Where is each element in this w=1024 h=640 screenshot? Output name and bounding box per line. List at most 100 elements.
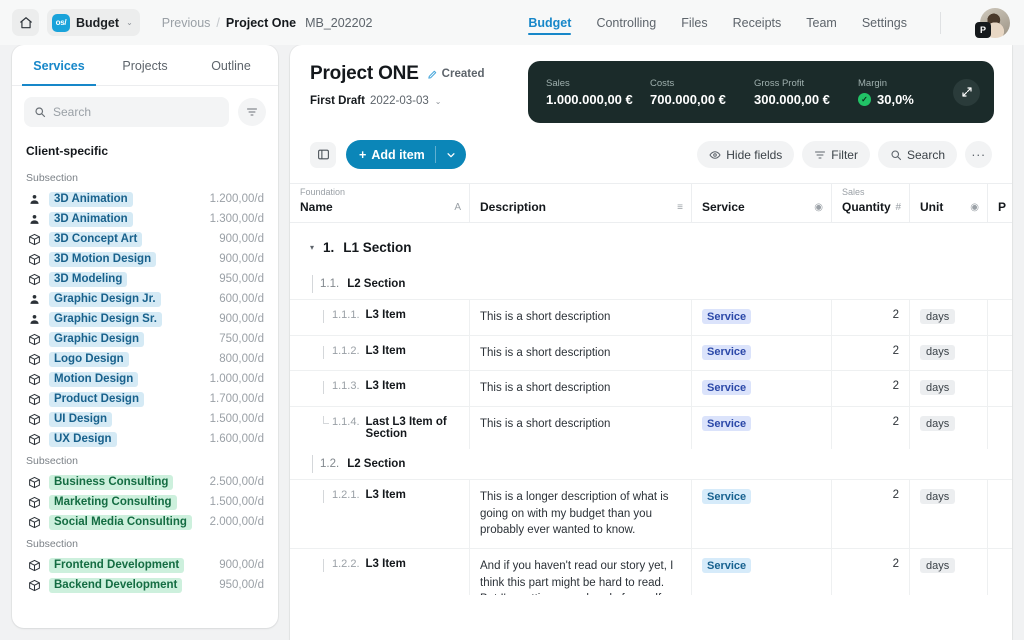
cell-name[interactable]: 1.2.1. L3 Item: [290, 480, 470, 549]
sidebar-service-item[interactable]: 3D Animation 1.300,00/d: [12, 209, 278, 229]
nav-item-controlling[interactable]: Controlling: [596, 0, 656, 45]
hide-fields-button[interactable]: Hide fields: [697, 141, 795, 168]
cell-quantity[interactable]: 2: [832, 407, 910, 450]
cell-name[interactable]: 1.1.3. L3 Item: [290, 371, 470, 407]
cell-description[interactable]: This is a longer description of what is …: [470, 480, 692, 549]
column-header-service[interactable]: Service ◉: [692, 184, 832, 222]
more-options-button[interactable]: ···: [965, 141, 992, 168]
status-badge[interactable]: Created: [427, 68, 485, 80]
cell-price-partial[interactable]: [988, 549, 1012, 595]
add-item-button[interactable]: + Add item: [346, 140, 466, 169]
cell-service[interactable]: Service: [692, 407, 832, 450]
cell-quantity[interactable]: 2: [832, 335, 910, 371]
column-header-price-partial[interactable]: P: [988, 184, 1012, 222]
tab-outline[interactable]: Outline: [188, 45, 274, 85]
cell-unit[interactable]: days: [910, 371, 988, 407]
cell-service[interactable]: Service: [692, 300, 832, 335]
cell-quantity[interactable]: 2: [832, 300, 910, 335]
cell-service[interactable]: Service: [692, 480, 832, 549]
cell-unit[interactable]: days: [910, 407, 988, 450]
sidebar-service-item[interactable]: Social Media Consulting 2.000,00/d: [12, 512, 278, 532]
l1-section-row[interactable]: ▾ 1. L1 Section: [290, 223, 1012, 269]
nav-item-team[interactable]: Team: [806, 0, 837, 45]
cell-description[interactable]: This is a short description: [470, 300, 692, 335]
sidebar-service-item[interactable]: Motion Design 1.000,00/d: [12, 369, 278, 389]
nav-item-files[interactable]: Files: [681, 0, 707, 45]
sidebar-service-item[interactable]: 3D Modeling 950,00/d: [12, 269, 278, 289]
column-header-unit[interactable]: Unit ◉: [910, 184, 988, 222]
brand-switcher[interactable]: os/ Budget ⌄: [47, 9, 140, 36]
sidebar-service-item[interactable]: Logo Design 800,00/d: [12, 349, 278, 369]
sidebar-service-item[interactable]: UX Design 1.600,00/d: [12, 429, 278, 449]
tab-projects[interactable]: Projects: [102, 45, 188, 85]
table-row[interactable]: 1.1.2. L3 Item This is a short description…: [290, 334, 1012, 371]
sidebar-service-item[interactable]: Marketing Consulting 1.500,00/d: [12, 492, 278, 512]
cell-description[interactable]: This is a short description: [470, 407, 692, 450]
cell-description[interactable]: This is a short description: [470, 371, 692, 407]
l2-section-row[interactable]: 1.1. L2 Section: [290, 269, 1012, 299]
table-row[interactable]: 1.2.1. L3 Item This is a longer descriptio…: [290, 479, 1012, 549]
cell-service[interactable]: Service: [692, 549, 832, 595]
cell-unit[interactable]: days: [910, 335, 988, 371]
sidebar-service-item[interactable]: 3D Motion Design 900,00/d: [12, 249, 278, 269]
chevron-down-icon[interactable]: ▾: [310, 243, 314, 252]
table-search-button[interactable]: Search: [877, 141, 957, 168]
breadcrumb-current[interactable]: Project One: [226, 16, 296, 30]
nav-item-budget[interactable]: Budget: [528, 0, 572, 45]
search-box[interactable]: [24, 97, 229, 127]
cell-unit[interactable]: days: [910, 480, 988, 549]
cell-description[interactable]: This is a short description: [470, 335, 692, 371]
home-button[interactable]: [12, 9, 39, 36]
l2-section-row[interactable]: 1.2. L2 Section: [290, 449, 1012, 479]
cell-price-partial[interactable]: [988, 336, 1012, 371]
cell-service[interactable]: Service: [692, 371, 832, 407]
cell-name[interactable]: 1.2.2. L3 Item: [290, 549, 470, 595]
sidebar-service-item[interactable]: Backend Development 950,00/d: [12, 575, 278, 595]
panel-toggle-button[interactable]: [310, 141, 336, 168]
column-header-quantity[interactable]: Sales Quantity #: [832, 184, 910, 222]
sidebar-filter-button[interactable]: [238, 98, 266, 126]
column-header-description[interactable]: Description ≡: [470, 184, 692, 222]
sidebar-service-item[interactable]: Business Consulting 2.500,00/d: [12, 472, 278, 492]
table-row[interactable]: 1.2.2. L3 Item And if you haven't read our…: [290, 548, 1012, 595]
cell-price-partial[interactable]: [988, 371, 1012, 406]
tab-services[interactable]: Services: [16, 45, 102, 86]
sidebar-service-item[interactable]: UI Design 1.500,00/d: [12, 409, 278, 429]
avatar[interactable]: P: [975, 7, 1010, 38]
cell-price-partial[interactable]: [988, 480, 1012, 548]
sidebar-service-item[interactable]: Frontend Development 900,00/d: [12, 555, 278, 575]
cell-name[interactable]: 1.1.2. L3 Item: [290, 335, 470, 371]
search-input[interactable]: [53, 105, 219, 119]
add-item-dropdown[interactable]: [436, 150, 466, 160]
sidebar-service-item[interactable]: Product Design 1.700,00/d: [12, 389, 278, 409]
table-row[interactable]: 1.1.3. L3 Item This is a short description…: [290, 370, 1012, 407]
cell-quantity[interactable]: 2: [832, 371, 910, 407]
table-row[interactable]: 1.1.4. Last L3 Item of Section This is a s…: [290, 406, 1012, 450]
column-header-name[interactable]: Foundation Name A: [290, 184, 470, 222]
sidebar-service-item[interactable]: 3D Animation 1.200,00/d: [12, 189, 278, 209]
cell-price-partial[interactable]: [988, 300, 1012, 335]
table-body[interactable]: ▾ 1. L1 Section 1.1. L2 Section 1.1.1. L3 I…: [290, 223, 1012, 595]
table-row[interactable]: 1.1.1. L3 Item This is a short description…: [290, 299, 1012, 335]
cell-unit[interactable]: days: [910, 300, 988, 335]
cell-description[interactable]: And if you haven't read our story yet, I…: [470, 549, 692, 595]
sidebar-service-item[interactable]: Graphic Design 750,00/d: [12, 329, 278, 349]
cell-quantity[interactable]: 2: [832, 549, 910, 595]
cell-name[interactable]: 1.1.4. Last L3 Item of Section: [290, 407, 470, 450]
cell-unit[interactable]: days: [910, 549, 988, 595]
column-header-description-label: Description: [480, 200, 547, 214]
breadcrumb-previous[interactable]: Previous: [162, 16, 211, 30]
filter-button[interactable]: Filter: [802, 141, 870, 168]
sidebar-service-item[interactable]: Graphic Design Jr. 600,00/d: [12, 289, 278, 309]
cell-service[interactable]: Service: [692, 335, 832, 371]
cell-price-partial[interactable]: [988, 407, 1012, 449]
sidebar-service-list[interactable]: Client-specific Subsection 3D Animation 1.…: [12, 138, 278, 628]
project-version-selector[interactable]: First Draft 2022-03-03 ⌄: [310, 95, 485, 107]
nav-item-receipts[interactable]: Receipts: [733, 0, 782, 45]
sidebar-service-item[interactable]: Graphic Design Sr. 900,00/d: [12, 309, 278, 329]
expand-button[interactable]: [953, 78, 980, 106]
cell-quantity[interactable]: 2: [832, 480, 910, 549]
sidebar-service-item[interactable]: 3D Concept Art 900,00/d: [12, 229, 278, 249]
cell-name[interactable]: 1.1.1. L3 Item: [290, 300, 470, 335]
nav-item-settings[interactable]: Settings: [862, 0, 907, 45]
